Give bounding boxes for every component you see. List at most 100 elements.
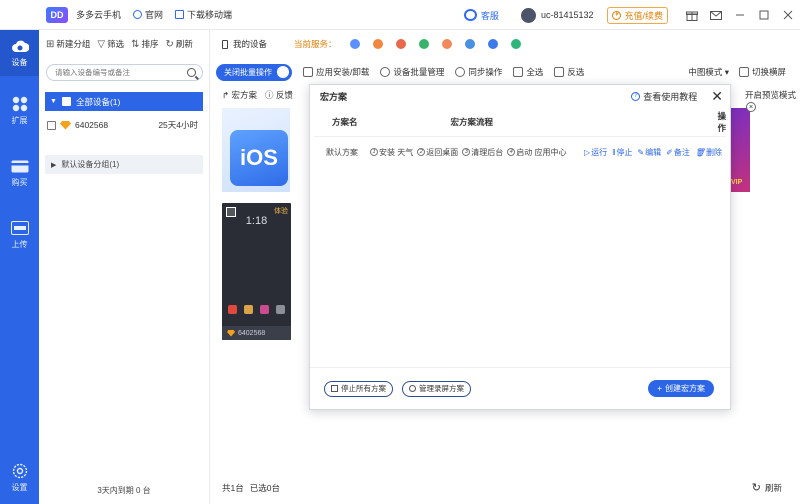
search-icon[interactable] [187,68,196,77]
question-icon: ? [631,91,641,101]
refresh-devices-button[interactable]: ↻ 刷新 [166,38,193,50]
recharge-button[interactable]: ¥ 充值/续费 [607,6,668,24]
stop-label: 停止 [616,147,633,157]
run-button[interactable]: ▷ 运行 [584,147,607,158]
step-label: 安装 天气 [379,147,414,157]
group-all-devices[interactable]: ▼ 全部设备(1) [45,92,203,111]
selected-count: 已选0台 [249,483,280,493]
group-all-checkbox[interactable] [61,97,71,106]
service-icon[interactable] [418,39,429,49]
edit-button[interactable]: ✎ 编辑 [637,147,661,158]
preview-mode-toggle[interactable]: 开启预览模式 [745,89,796,101]
delete-label: 删除 [706,147,722,157]
action-bar: 关闭批量操作 应用安装/卸载 设备批量管理 同步操作 全选 反选 中图模式 ▾ … [210,58,800,86]
create-macro-button[interactable]: + 创建宏方案 [648,380,714,397]
main-footer: 共1台 已选0台 [222,482,280,494]
maximize-icon[interactable] [752,0,776,30]
title-bar: DD 多多云手机 官网 下载移动端 客服 uc-81415132 ¥ 充值/续费 [0,0,800,30]
service-icon[interactable] [395,39,406,49]
gift-icon[interactable] [680,0,704,30]
globe-icon [133,10,143,19]
filter-button[interactable]: ▽ 筛选 [97,38,124,50]
mail-icon[interactable] [704,0,728,30]
main-refresh-button[interactable]: ↻ 刷新 [752,481,782,494]
device-row[interactable]: 6402568 25天4小时 [45,116,203,134]
nav-settings-label: 设置 [11,483,28,492]
service-icon[interactable] [349,39,360,49]
step-number: 3 [462,148,471,156]
nav-extensions[interactable]: 扩展 [0,88,39,134]
invert-selection-button[interactable]: 反选 [554,66,584,78]
switch-orientation-button[interactable]: 切换横屏 [738,66,786,78]
app-install-button[interactable]: 应用安装/卸载 [303,66,369,78]
device-screen-card[interactable]: 体验 1:18 6402568 [222,203,291,340]
sort-button[interactable]: ⇅ 排序 [131,38,158,50]
edit-label: 编辑 [645,147,662,157]
macro-button[interactable]: ↱ 宏方案 [222,89,257,101]
dialog-close-icon[interactable]: ✕ [711,88,723,105]
sync-button[interactable]: 同步操作 [455,66,502,78]
download-mobile-link[interactable]: 下载移动端 [175,8,232,21]
delete-button[interactable]: 🗑 删除 [695,147,722,158]
caret-down-icon[interactable]: ▼ [50,98,57,105]
folder-add-icon: ⊞ [46,38,55,50]
batch-toggle-label: 关闭批量操作 [224,67,272,77]
phone-clock: 1:18 [245,215,268,227]
close-preview-icon[interactable]: × [746,102,756,112]
nav-extensions-label: 扩展 [11,116,28,125]
group-all-label: 全部设备(1) [75,96,121,107]
note-label: 备注 [673,147,690,157]
service-icon[interactable] [464,39,475,49]
toggle-knob [277,66,289,78]
feedback-label: 反馈 [275,90,293,100]
search-input[interactable] [55,68,187,77]
note-button[interactable]: ✐ 备注 [666,147,690,158]
stop-all-button[interactable]: 停止所有方案 [324,380,393,397]
nav-settings[interactable]: 设置 [0,455,39,501]
service-icon[interactable] [487,39,498,49]
select-all-button[interactable]: 全选 [513,66,543,78]
step-label: 启动 应用中心 [516,147,567,157]
close-icon[interactable] [776,0,800,30]
nav-purchase[interactable]: 购买 [0,150,39,196]
macro-step: 1 安装 天气 [370,147,413,158]
main-refresh-label: 刷新 [764,482,782,493]
select-all-label: 全选 [526,67,544,77]
rotate-icon [738,67,749,77]
macro-steps: 1 安装 天气 2 返回桌面 3 清理后台 4 启动 应用中心 [370,147,566,158]
manage-recordings-button[interactable]: 管理录屏方案 [402,380,471,397]
cloud-icon [11,38,29,54]
avatar [520,7,536,23]
support-button[interactable]: 客服 [463,9,499,22]
caret-right-icon[interactable]: ▶ [51,161,56,169]
batch-operation-toggle[interactable]: 关闭批量操作 [216,63,292,81]
macro-step: 2 返回桌面 [417,147,458,158]
user-info[interactable]: uc-81415132 [520,7,593,23]
nav-devices[interactable]: 设备 [0,30,39,76]
card-icon [11,158,29,174]
ios-promo-card[interactable]: iOS [222,108,290,192]
minimize-icon[interactable] [728,0,752,30]
expiring-summary: 3天内到期 0 台 [97,486,151,495]
group-default[interactable]: ▶ 默认设备分组(1) [45,155,203,174]
main-header: 我的设备 当前服务： [210,30,800,58]
nav-upload[interactable]: 上传 [0,212,39,258]
new-group-button[interactable]: ⊞ 新建分组 [46,38,90,50]
step-number: 1 [370,148,378,156]
service-icon[interactable] [510,39,521,49]
batch-manage-button[interactable]: 设备批量管理 [380,66,444,78]
macro-table-header: 方案名 宏方案流程 操作 [314,107,726,137]
help-link[interactable]: ? 查看使用教程 [631,90,697,103]
website-label: 官网 [145,10,164,20]
table-row: 默认方案 1 安装 天气 2 返回桌面 3 清理后台 4 启动 应用中心 ▷ 运行 ‖ 停止… [314,137,726,167]
service-icon[interactable] [441,39,452,49]
service-icon[interactable] [372,39,383,49]
promo-banner[interactable]: VIP [729,108,750,192]
feedback-button[interactable]: ⓘ 反馈 [265,89,293,101]
view-mode-select[interactable]: 中图模式 ▾ [688,66,729,78]
device-checkbox[interactable] [47,120,56,130]
macro-label: 宏方案 [231,90,258,100]
macro-icon: ↱ [222,90,230,100]
stop-button[interactable]: ‖ 停止 [612,147,632,158]
website-link[interactable]: 官网 [133,8,163,21]
